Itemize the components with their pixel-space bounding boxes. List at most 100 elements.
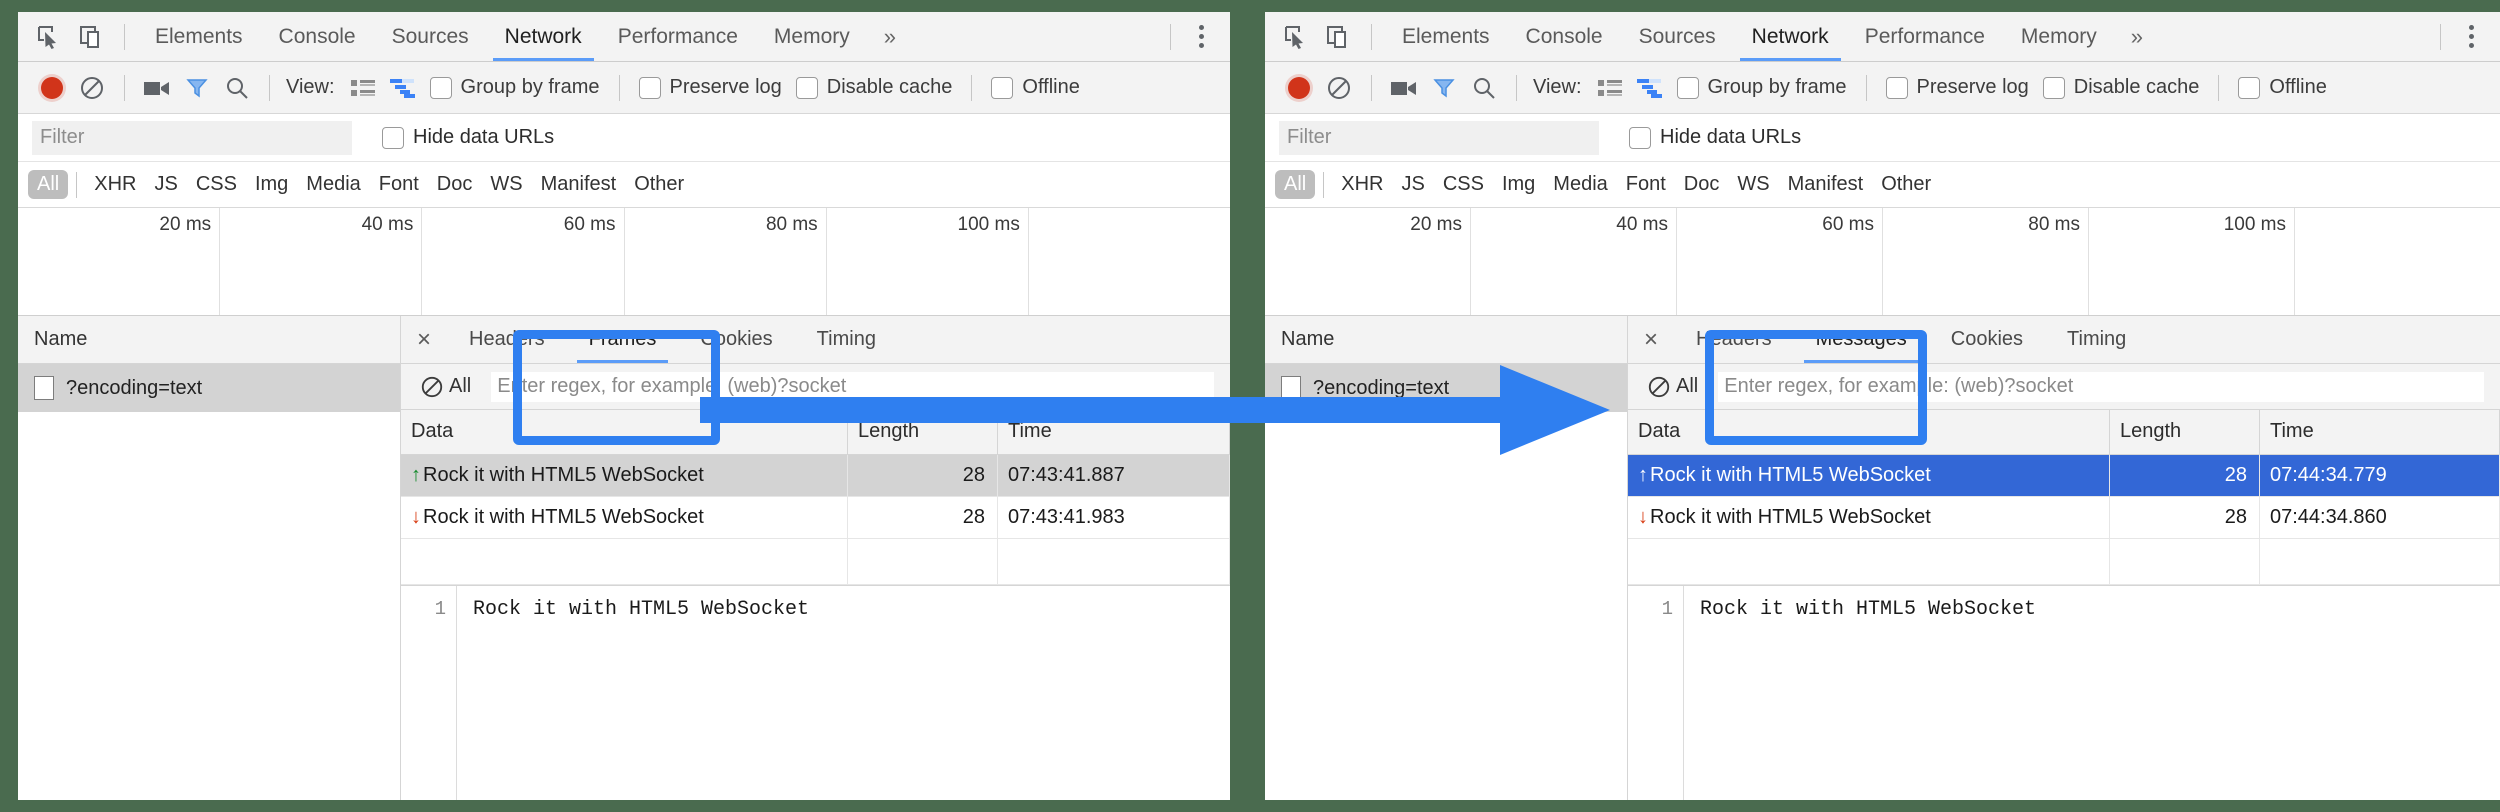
close-icon[interactable]: × (401, 316, 447, 363)
type-filter-css[interactable]: CSS (187, 173, 246, 196)
type-filter-media[interactable]: Media (297, 173, 369, 196)
clear-messages-icon[interactable] (1642, 370, 1676, 404)
table-row[interactable]: ↑Rock it with HTML5 WebSocket 28 07:44:3… (1628, 454, 2500, 496)
disable-cache-checkbox[interactable]: Disable cache (2043, 76, 2200, 99)
search-icon[interactable] (217, 71, 257, 105)
type-filter-doc[interactable]: Doc (428, 173, 482, 196)
detail-tab-messages[interactable]: Messages (1794, 316, 1929, 363)
waterfall-view-icon[interactable] (1630, 71, 1670, 105)
tab-memory[interactable]: Memory (756, 12, 868, 61)
type-filter-js[interactable]: JS (145, 173, 186, 196)
request-row[interactable]: ?encoding=text (18, 364, 400, 412)
detail-tab-headers[interactable]: Headers (1674, 316, 1794, 363)
message-data-cell: ↓Rock it with HTML5 WebSocket (1628, 496, 2110, 538)
hide-data-urls-checkbox[interactable]: Hide data URLs (1629, 126, 1801, 149)
camera-icon[interactable] (1384, 71, 1424, 105)
type-filter-manifest[interactable]: Manifest (532, 173, 626, 196)
filter-funnel-icon[interactable] (177, 71, 217, 105)
type-filter-ws[interactable]: WS (1728, 173, 1778, 196)
table-row[interactable]: ↑Rock it with HTML5 WebSocket 28 07:43:4… (401, 454, 1230, 496)
column-header-length[interactable]: Length (2110, 410, 2260, 454)
tab-elements[interactable]: Elements (1384, 12, 1508, 61)
record-button[interactable] (32, 71, 72, 105)
device-toolbar-icon[interactable] (1321, 20, 1355, 54)
detail-tab-headers[interactable]: Headers (447, 316, 567, 363)
close-icon[interactable]: × (1628, 316, 1674, 363)
type-filter-font[interactable]: Font (370, 173, 428, 196)
type-filter-media[interactable]: Media (1544, 173, 1616, 196)
tab-network[interactable]: Network (1734, 12, 1847, 61)
regex-all-label[interactable]: All (449, 375, 471, 398)
more-options-icon[interactable] (1183, 25, 1220, 48)
detail-tab-cookies[interactable]: Cookies (678, 316, 794, 363)
inspect-element-icon[interactable] (32, 20, 66, 54)
tab-elements[interactable]: Elements (137, 12, 261, 61)
record-button[interactable] (1279, 71, 1319, 105)
table-header-row: Data Length Time (401, 410, 1230, 454)
more-options-icon[interactable] (2453, 25, 2490, 48)
camera-icon[interactable] (137, 71, 177, 105)
tab-performance[interactable]: Performance (1847, 12, 2003, 61)
table-row[interactable]: ↓Rock it with HTML5 WebSocket 28 07:43:4… (401, 496, 1230, 538)
clear-icon[interactable] (1319, 71, 1359, 105)
disable-cache-checkbox[interactable]: Disable cache (796, 76, 953, 99)
search-icon[interactable] (1464, 71, 1504, 105)
filter-input[interactable] (32, 121, 352, 155)
offline-checkbox[interactable]: Offline (991, 76, 1079, 99)
type-filter-other[interactable]: Other (1872, 173, 1940, 196)
detail-tab-timing[interactable]: Timing (795, 316, 898, 363)
type-filter-img[interactable]: Img (246, 173, 297, 196)
detail-tab-frames[interactable]: Frames (567, 316, 679, 363)
hide-data-urls-checkbox[interactable]: Hide data URLs (382, 126, 554, 149)
type-filter-xhr[interactable]: XHR (85, 173, 145, 196)
message-length-cell: 28 (2110, 454, 2260, 496)
list-view-icon[interactable] (1590, 71, 1630, 105)
inspect-element-icon[interactable] (1279, 20, 1313, 54)
type-filter-font[interactable]: Font (1617, 173, 1675, 196)
tab-overflow-chevron-icon[interactable]: » (868, 12, 912, 61)
tab-console[interactable]: Console (1508, 12, 1621, 61)
column-header-data[interactable]: Data (401, 410, 848, 454)
type-filter-xhr[interactable]: XHR (1332, 173, 1392, 196)
clear-icon[interactable] (72, 71, 112, 105)
column-header-time[interactable]: Time (998, 410, 1230, 454)
regex-all-label[interactable]: All (1676, 375, 1698, 398)
tab-console[interactable]: Console (261, 12, 374, 61)
column-header-data[interactable]: Data (1628, 410, 2110, 454)
type-filter-manifest[interactable]: Manifest (1779, 173, 1873, 196)
device-toolbar-icon[interactable] (74, 20, 108, 54)
checkbox-box (1677, 77, 1699, 99)
type-filter-img[interactable]: Img (1493, 173, 1544, 196)
table-row[interactable]: ↓Rock it with HTML5 WebSocket 28 07:44:3… (1628, 496, 2500, 538)
regex-input[interactable] (1718, 372, 2484, 402)
group-by-frame-checkbox[interactable]: Group by frame (430, 76, 600, 99)
type-filter-css[interactable]: CSS (1434, 173, 1493, 196)
list-view-icon[interactable] (343, 71, 383, 105)
type-filter-doc[interactable]: Doc (1675, 173, 1729, 196)
detail-tab-timing[interactable]: Timing (2045, 316, 2148, 363)
clear-messages-icon[interactable] (415, 370, 449, 404)
group-by-frame-checkbox[interactable]: Group by frame (1677, 76, 1847, 99)
tab-memory[interactable]: Memory (2003, 12, 2115, 61)
tab-overflow-chevron-icon[interactable]: » (2115, 12, 2159, 61)
tab-sources[interactable]: Sources (1621, 12, 1734, 61)
tab-sources[interactable]: Sources (374, 12, 487, 61)
detail-tab-cookies[interactable]: Cookies (1929, 316, 2045, 363)
preserve-log-checkbox[interactable]: Preserve log (639, 76, 782, 99)
request-row[interactable]: ?encoding=text (1265, 364, 1627, 412)
tab-performance[interactable]: Performance (600, 12, 756, 61)
tab-network[interactable]: Network (487, 12, 600, 61)
type-filter-all[interactable]: All (28, 170, 68, 199)
offline-checkbox[interactable]: Offline (2238, 76, 2326, 99)
regex-input[interactable] (491, 372, 1214, 402)
type-filter-all[interactable]: All (1275, 170, 1315, 199)
waterfall-view-icon[interactable] (383, 71, 423, 105)
column-header-length[interactable]: Length (848, 410, 998, 454)
preserve-log-checkbox[interactable]: Preserve log (1886, 76, 2029, 99)
filter-input[interactable] (1279, 121, 1599, 155)
type-filter-ws[interactable]: WS (481, 173, 531, 196)
filter-funnel-icon[interactable] (1424, 71, 1464, 105)
type-filter-other[interactable]: Other (625, 173, 693, 196)
column-header-time[interactable]: Time (2260, 410, 2500, 454)
type-filter-js[interactable]: JS (1392, 173, 1433, 196)
